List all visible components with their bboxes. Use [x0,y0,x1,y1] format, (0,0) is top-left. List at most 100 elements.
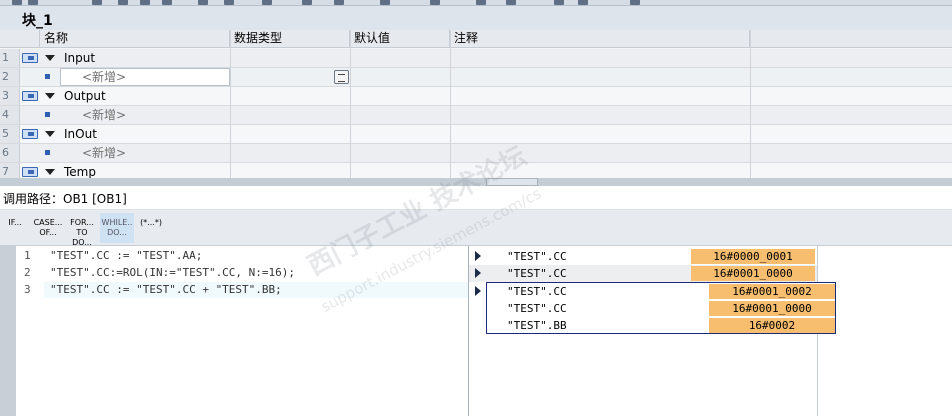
toolbar-icon[interactable] [302,0,312,5]
case-button[interactable]: CASE... OF... [32,213,64,243]
monitor-operand: "TEST".CC [507,285,567,298]
column-default[interactable]: 默认值 [350,30,450,48]
toolbar-icon[interactable] [12,0,22,5]
comment-button[interactable]: (*...*) [136,213,166,243]
code-line[interactable]: "TEST".CC:=ROL(IN:="TEST".CC, N:=16); [50,266,295,279]
column-divider [450,30,451,178]
row-number: 4 [0,106,20,124]
line-number: 3 [24,283,31,296]
monitor-operand: "TEST".CC [507,250,567,263]
toolbar-icon[interactable] [198,0,208,5]
row-number: 6 [0,144,20,162]
toolbar-icon[interactable] [430,0,440,5]
toolbar-icon[interactable] [118,0,128,5]
interface-row-inout[interactable]: 5 InOut [0,125,952,144]
monitor-value: 16#0000_0001 [691,249,815,264]
column-datatype[interactable]: 数据类型 [230,30,350,48]
toolbar-icon[interactable] [334,0,344,5]
code-editor[interactable]: "TEST".CC := "TEST".AA; "TEST".CC:=ROL(I… [44,246,468,416]
expand-arrow-icon[interactable] [475,268,481,278]
new-item-placeholder[interactable]: <新增> [82,144,126,162]
variable-icon [45,74,50,79]
pane-splitter[interactable] [0,178,952,186]
toolbar-icon[interactable] [162,0,172,5]
expand-arrow-icon[interactable] [475,251,481,261]
row-number: 3 [0,87,20,105]
expand-arrow-icon[interactable] [475,286,481,296]
toolbar-icon[interactable] [140,0,150,5]
monitor-operand: "TEST".CC [507,302,567,315]
column-comment[interactable]: 注释 [450,30,750,48]
row-number: 5 [0,125,20,143]
interface-row-new[interactable]: 2 <新增> [0,68,952,87]
column-divider [350,30,351,178]
interface-section-icon [22,167,38,177]
toolbar-icon[interactable] [380,0,390,5]
interface-row-temp[interactable]: 7 Temp [0,163,952,181]
call-path-text: 调用路径：OB1 [OB1] [3,192,127,206]
interface-column-header: 名称 数据类型 默认值 注释 [0,30,952,48]
monitor-row: "TEST".BB 16#0002 [469,317,835,334]
instruction-toolbar: IF... CASE... OF... FOR... TO DO... WHIL… [0,210,952,247]
monitor-value: 16#0002 [709,318,835,333]
monitor-value: 16#0001_0000 [691,266,815,281]
row-number: 2 [0,68,20,86]
interface-section-icon [22,53,38,63]
monitor-row: "TEST".CC 16#0001_0000 [469,265,817,282]
column-divider [230,30,231,178]
toolbar-icon[interactable] [578,0,588,5]
monitor-row: "TEST".CC 16#0001_0002 [469,283,835,300]
monitor-operand: "TEST".BB [507,319,567,332]
toolbar-icon[interactable] [506,0,516,5]
toolbar-icon[interactable] [630,0,640,5]
column-name[interactable]: 名称 [40,30,230,48]
section-name: Input [64,51,96,65]
interface-row-new[interactable]: 4 <新增> [0,106,952,125]
section-name: Output [64,89,106,103]
new-item-placeholder[interactable]: <新增> [82,106,126,124]
collapse-icon[interactable] [45,169,55,175]
toolbar-icon[interactable] [92,0,102,5]
block-title: 块_1 [22,13,53,29]
variable-icon [45,150,50,155]
code-line-current[interactable]: "TEST".CC := "TEST".CC + "TEST".BB; [44,282,468,298]
collapse-icon[interactable] [45,131,55,137]
interface-section-icon [22,91,38,101]
toolbar-icon[interactable] [554,0,564,5]
datatype-dropdown-button[interactable] [334,70,349,84]
section-name: InOut [64,127,97,141]
while-button[interactable]: WHILE.. DO... [100,213,134,243]
line-number: 2 [24,266,31,279]
for-button[interactable]: FOR... TO DO... [66,213,98,247]
toolbar-icon[interactable] [476,0,486,5]
line-numbers: 1 2 3 [16,246,44,416]
toolbar-icon[interactable] [262,0,272,5]
monitor-row: "TEST".CC 16#0000_0001 [469,248,817,265]
monitor-value: 16#0001_0000 [709,301,835,316]
call-path-bar: 调用路径：OB1 [OB1] [0,186,952,210]
toolbar-icon[interactable] [224,0,234,5]
monitor-value: 16#0001_0002 [709,284,835,299]
collapse-icon[interactable] [45,55,55,61]
interface-section-icon [22,129,38,139]
code-line[interactable]: "TEST".CC := "TEST".AA; [50,249,202,262]
variable-icon [45,112,50,117]
toolbar-icon[interactable] [28,0,38,5]
block-header: 块_1 [0,6,952,30]
line-number: 1 [24,249,31,262]
interface-row-output[interactable]: 3 Output [0,87,952,106]
collapse-icon[interactable] [45,93,55,99]
corner-cell [0,30,40,48]
interface-row-input[interactable]: 1 Input [0,49,952,68]
row-number: 1 [0,49,20,67]
new-item-placeholder[interactable]: <新增> [82,68,126,86]
monitor-operand: "TEST".CC [507,267,567,280]
monitor-row: "TEST".CC 16#0001_0000 [469,300,835,317]
monitor-panel: "TEST".CC 16#0000_0001 "TEST".CC 16#0001… [469,246,952,416]
splitter-handle[interactable] [486,178,538,186]
if-button[interactable]: IF... [4,213,26,243]
editor-gutter [0,246,16,416]
interface-table: 名称 数据类型 默认值 注释 1 Input 2 <新增> 3 Output 4… [0,30,952,181]
column-divider [750,30,751,178]
interface-row-new[interactable]: 6 <新增> [0,144,952,163]
